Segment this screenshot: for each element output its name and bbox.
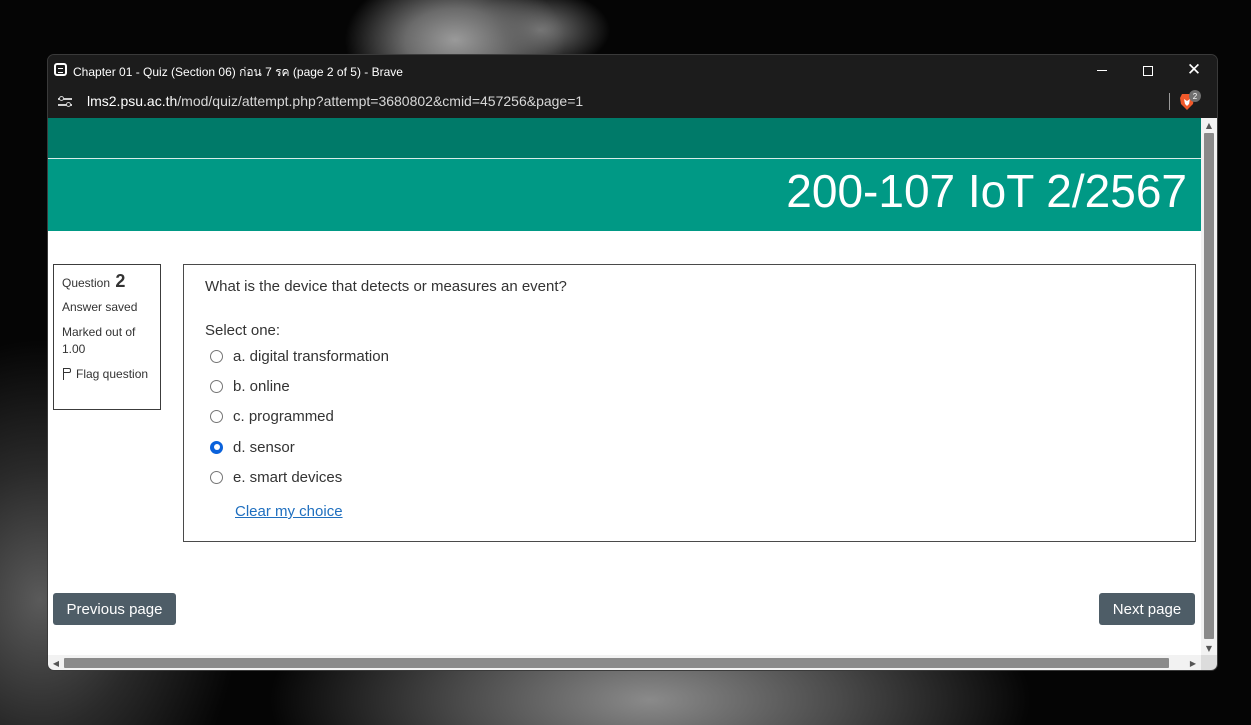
radio-button-selected[interactable] xyxy=(210,440,223,454)
url-host: lms2.psu.ac.th xyxy=(87,93,178,109)
page-viewport: 200-107 IoT 2/2567 Question 2 Answer sav… xyxy=(48,118,1201,655)
url-text[interactable]: lms2.psu.ac.th/mod/quiz/attempt.php?atte… xyxy=(87,93,583,109)
question-label: Question xyxy=(62,276,111,290)
scroll-down-icon[interactable]: ▼ xyxy=(1201,641,1217,655)
minimize-button[interactable] xyxy=(1079,55,1125,86)
minimize-icon xyxy=(1097,70,1107,71)
scrollbar-corner xyxy=(1201,655,1217,670)
answer-label: a. digital transformation xyxy=(233,347,389,365)
scroll-left-icon[interactable]: ◀ xyxy=(48,655,64,670)
select-prompt: Select one: xyxy=(205,322,281,339)
address-bar[interactable]: lms2.psu.ac.th/mod/quiz/attempt.php?atte… xyxy=(48,86,1217,118)
answer-option-d[interactable]: d. sensor xyxy=(210,436,295,458)
next-page-button[interactable]: Next page xyxy=(1099,593,1195,625)
app-icon xyxy=(54,63,67,76)
scroll-right-icon[interactable]: ▶ xyxy=(1185,655,1201,670)
course-header: 200-107 IoT 2/2567 xyxy=(48,159,1201,231)
course-title: 200-107 IoT 2/2567 xyxy=(786,165,1187,217)
answer-option-b[interactable]: b. online xyxy=(210,375,290,397)
maximize-button[interactable] xyxy=(1125,55,1171,86)
close-button[interactable]: ✕ xyxy=(1171,55,1217,86)
site-nav-bar xyxy=(48,118,1201,158)
flag-icon xyxy=(62,368,72,380)
question-text: What is the device that detects or measu… xyxy=(205,278,567,295)
question-state: Answer saved xyxy=(62,300,138,314)
answer-option-e[interactable]: e. smart devices xyxy=(210,466,342,488)
radio-button[interactable] xyxy=(210,379,223,393)
question-number-value: 2 xyxy=(115,271,126,291)
horizontal-scrollbar[interactable]: ◀ ▶ xyxy=(48,655,1201,670)
vertical-scrollbar[interactable]: ▲ ▼ xyxy=(1201,118,1217,655)
browser-window: Chapter 01 - Quiz (Section 06) ก่อน 7 รค… xyxy=(47,54,1218,671)
question-content: What is the device that detects or measu… xyxy=(183,264,1196,542)
question-grade: Marked out of 1.00 xyxy=(62,325,136,356)
site-settings-icon[interactable] xyxy=(58,96,72,108)
flag-question-label: Flag question xyxy=(76,367,149,381)
close-icon: ✕ xyxy=(1186,60,1202,80)
scroll-up-icon[interactable]: ▲ xyxy=(1201,118,1217,132)
previous-page-button[interactable]: Previous page xyxy=(53,593,176,625)
question-number: Question 2 xyxy=(62,272,160,292)
title-bar: Chapter 01 - Quiz (Section 06) ก่อน 7 รค… xyxy=(48,55,1217,86)
radio-button[interactable] xyxy=(210,349,223,363)
shields-count-badge: 2 xyxy=(1189,90,1201,102)
answer-label: b. online xyxy=(233,377,290,395)
horizontal-scroll-thumb[interactable] xyxy=(64,658,1169,668)
answer-option-c[interactable]: c. programmed xyxy=(210,405,334,427)
question-info-panel: Question 2 Answer saved Marked out of 1.… xyxy=(53,264,161,410)
radio-button[interactable] xyxy=(210,470,223,484)
address-divider xyxy=(1169,93,1170,110)
window-title: Chapter 01 - Quiz (Section 06) ก่อน 7 รค… xyxy=(73,65,403,79)
vertical-scroll-thumb[interactable] xyxy=(1204,133,1214,639)
maximize-icon xyxy=(1143,65,1153,76)
answer-label: d. sensor xyxy=(233,438,295,456)
answer-label: e. smart devices xyxy=(233,468,343,486)
radio-button[interactable] xyxy=(210,409,223,423)
url-path: /mod/quiz/attempt.php?attempt=3680802&cm… xyxy=(177,93,584,109)
flag-question-toggle[interactable]: Flag question xyxy=(62,366,152,383)
answer-label: c. programmed xyxy=(233,407,334,425)
answer-option-a[interactable]: a. digital transformation xyxy=(210,345,389,367)
clear-choice-link[interactable]: Clear my choice xyxy=(235,503,343,520)
